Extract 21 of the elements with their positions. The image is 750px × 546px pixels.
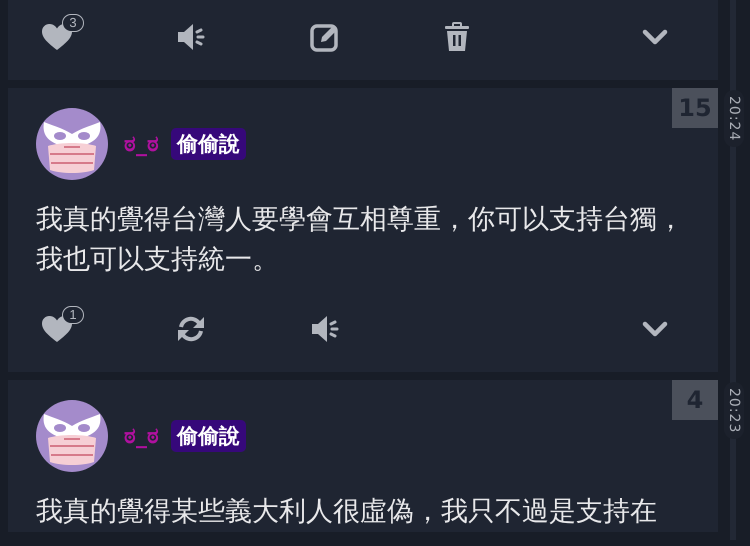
heart-icon bbox=[42, 316, 72, 342]
trash-icon bbox=[444, 22, 470, 52]
like-count-badge: 1 bbox=[62, 306, 84, 324]
post-text: 我真的覺得某些義大利人很虛偽，我只不過是支持在 bbox=[36, 495, 658, 529]
post-time: 20:23 bbox=[724, 382, 744, 440]
heart-icon bbox=[42, 24, 72, 50]
masked-avatar-drawing bbox=[36, 108, 108, 180]
anonymous-tag: 偷偷說 bbox=[171, 128, 246, 160]
like-count-badge: 3 bbox=[62, 14, 84, 32]
masked-avatar-drawing bbox=[36, 400, 108, 472]
speaker-icon bbox=[310, 314, 340, 344]
like-button[interactable]: 3 bbox=[38, 14, 88, 54]
post-time: 20:24 bbox=[724, 90, 744, 148]
chevron-down-icon bbox=[642, 29, 668, 45]
edit-icon bbox=[310, 22, 340, 52]
like-button[interactable]: 1 bbox=[38, 306, 88, 346]
post-text: 我真的覺得台灣人要學會互相尊重，你可以支持台獨，我也可以支持統一。 bbox=[36, 203, 685, 277]
anonymous-tag: 偷偷說 bbox=[171, 420, 246, 452]
chevron-down-icon bbox=[642, 321, 668, 337]
refresh-icon bbox=[176, 314, 206, 344]
speaker-icon bbox=[176, 22, 206, 52]
